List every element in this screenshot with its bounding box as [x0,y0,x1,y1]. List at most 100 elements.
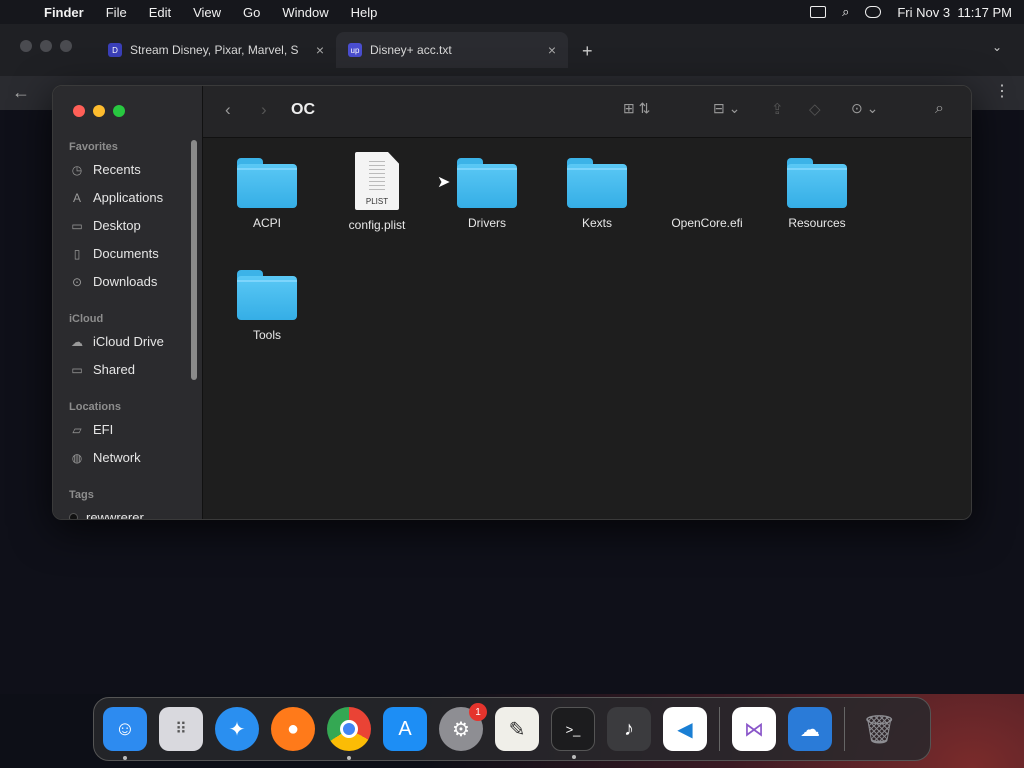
browser-back-icon[interactable]: ← [12,82,30,103]
share-icon[interactable]: ⇪ [771,100,784,118]
file-item-config-plist[interactable]: PLIST config.plist [327,152,427,232]
new-tab-button[interactable]: + [582,41,593,62]
sidebar-item-applications[interactable]: A Applications [69,190,163,205]
dock-textedit-icon[interactable]: ✎ [495,707,539,751]
close-button[interactable] [73,105,85,117]
minimize-button[interactable] [93,105,105,117]
browser-tab[interactable]: D Stream Disney, Pixar, Marvel, S × [96,32,336,68]
window-title: OC [291,101,315,118]
menu-help[interactable]: Help [351,5,378,20]
forward-button[interactable]: › [261,100,267,120]
dock-separator [719,707,720,751]
dock-app-store-icon[interactable]: A [383,707,427,751]
view-icons-button[interactable]: ⊞ ⇅ [623,100,650,117]
sidebar-item-documents[interactable]: ▯ Documents [69,246,159,261]
dock-trash-icon[interactable]: 🗑 [857,707,901,751]
sidebar-item-label: Recents [93,162,141,177]
dock-weather-icon[interactable]: ☁ [788,707,832,751]
file-name: Kexts [581,216,612,230]
tag-icon[interactable]: ◇ [809,100,821,118]
browser-close-button[interactable] [20,40,32,52]
folder-icon [237,158,297,208]
folder-icon [237,270,297,320]
dock-visual-studio-icon[interactable]: ⋈ [732,707,776,751]
menu-bar: Finder File Edit View Go Window Help ⌕ F… [0,0,1024,24]
browser-zoom-button[interactable] [60,40,72,52]
file-item-opencore-efi[interactable]: OpenCore.efi [657,158,757,230]
menu-view[interactable]: View [193,5,221,20]
browser-more-icon[interactable]: ⋮ [994,81,1010,101]
sidebar-item-network[interactable]: ◍ Network [69,450,141,465]
dock-finder-icon[interactable]: ☺ [103,707,147,760]
tab-list-chevron-icon[interactable]: ⌄ [992,40,1002,54]
dock: ☺ ⠿ ✦ ● A ⚙ 1 ✎ >_ ♪ ◀ ⋈ ☁ 🗑 [93,697,931,761]
dock-launchpad-icon[interactable]: ⠿ [159,707,203,751]
dock-safari-icon[interactable]: ✦ [215,707,259,751]
dock-system-settings-icon[interactable]: ⚙ 1 [439,703,487,751]
browser-minimize-button[interactable] [40,40,52,52]
sidebar-heading-tags: Tags [69,489,94,501]
menu-go[interactable]: Go [243,5,260,20]
sidebar-item-label: EFI [93,422,114,437]
dock-terminal-icon[interactable]: >_ [551,707,595,759]
tag-color-dot [69,513,78,519]
spotlight-search-icon[interactable]: ⌕ [842,4,849,20]
cloud-icon: ☁ [71,334,83,349]
sidebar-item-label: Network [93,450,141,465]
sidebar-item-label: Documents [93,246,159,261]
sidebar-item-downloads[interactable]: ⊙ Downloads [69,274,157,289]
sidebar-item-label: Applications [93,190,164,205]
dock-vscode-icon[interactable]: ◀ [663,707,707,751]
screen-mirroring-icon[interactable] [810,6,827,18]
more-actions-button[interactable]: ⊙ ⌄ [851,100,878,117]
menu-window[interactable]: Window [282,5,328,20]
upload-favicon-icon: up [348,43,362,57]
running-indicator [347,756,351,760]
tab-close-icon[interactable]: × [548,42,556,58]
zoom-button[interactable] [113,105,125,117]
tab-close-icon[interactable]: × [316,42,324,58]
control-center-icon[interactable] [865,6,882,18]
search-icon[interactable]: ⌕ [935,100,944,118]
finder-sidebar: Favorites ◷ Recents A Applications ▭ Des… [53,86,203,519]
menu-app-name[interactable]: Finder [44,5,84,20]
folder-icon [567,158,627,208]
sidebar-item-label: Desktop [93,218,141,233]
browser-tab-active[interactable]: up Disney+ acc.txt × [336,32,568,68]
file-name: ACPI [252,216,281,230]
file-item-kexts[interactable]: Kexts [547,158,647,230]
sidebar-item-efi[interactable]: ▱ EFI [69,422,113,437]
dock-chrome-icon[interactable] [327,707,371,760]
file-name: Drivers [468,216,506,230]
file-item-tools[interactable]: Tools [217,270,317,342]
desktop-icon: ▭ [71,218,83,233]
menubar-clock[interactable]: Fri Nov 3 11:17 PM [897,5,1012,20]
sidebar-heading-locations: Locations [69,401,121,413]
globe-icon: ◍ [71,450,83,465]
sidebar-item-recents[interactable]: ◷ Recents [69,162,141,177]
disney-favicon-icon: D [108,43,122,57]
dock-separator [844,707,845,751]
document-icon: ▯ [73,246,81,261]
menu-edit[interactable]: Edit [149,5,171,20]
dock-firefox-icon[interactable]: ● [271,707,315,751]
sidebar-item-desktop[interactable]: ▭ Desktop [69,218,141,233]
sidebar-item-tag[interactable]: rewwrerer [69,510,144,519]
plist-file-icon: PLIST [355,152,399,210]
file-name: config.plist [348,218,406,232]
file-name: Resources [788,216,846,230]
drive-icon: ▱ [72,422,82,437]
back-button[interactable]: ‹ [225,100,231,120]
sidebar-item-icloud-drive[interactable]: ☁ iCloud Drive [69,334,164,349]
download-icon: ⊙ [71,274,83,289]
sidebar-item-shared[interactable]: ▭ Shared [69,362,135,377]
running-indicator [123,756,127,760]
file-item-drivers[interactable]: Drivers [437,158,537,230]
menu-file[interactable]: File [106,5,127,20]
dock-garageband-icon[interactable]: ♪ [607,707,651,751]
browser-tab-bar: D Stream Disney, Pixar, Marvel, S × up D… [0,24,1024,76]
group-by-button[interactable]: ⊟ ⌄ [713,100,740,117]
sidebar-scrollbar[interactable] [191,140,197,380]
file-item-resources[interactable]: Resources [767,158,867,230]
file-item-acpi[interactable]: ACPI [217,158,317,230]
